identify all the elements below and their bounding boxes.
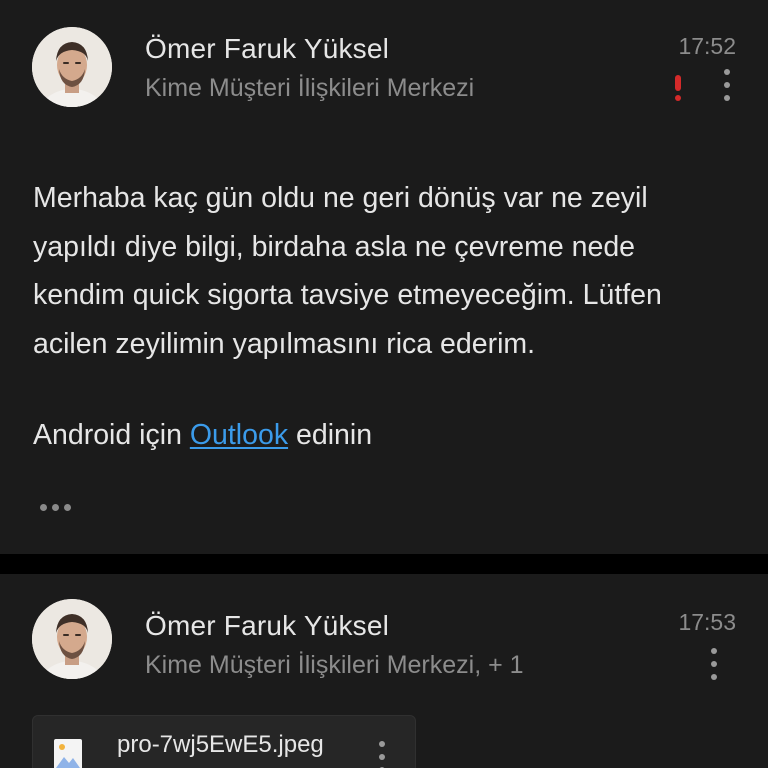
- message-time: 17:52: [678, 33, 736, 59]
- recipient-line: Kime Müşteri İlişkileri Merkezi: [145, 74, 475, 102]
- image-file-icon: [54, 739, 82, 768]
- outlook-link[interactable]: Outlook: [190, 419, 288, 451]
- avatar-photo: [32, 599, 112, 679]
- more-vert-icon[interactable]: [722, 69, 732, 103]
- message-body: Merhaba kaç gün oldu ne geri dönüş var n…: [33, 174, 733, 368]
- exclamation-icon: [671, 74, 685, 102]
- avatar-photo: [32, 27, 112, 107]
- recipient-line: Kime Müşteri İlişkileri Merkezi, + 1: [145, 651, 524, 679]
- message-time: 17:53: [678, 609, 736, 635]
- message-card-2[interactable]: Ömer Faruk Yüksel Kime Müşteri İlişkiler…: [0, 574, 768, 768]
- more-vert-icon[interactable]: [709, 648, 719, 682]
- email-thread-screen: Ömer Faruk Yüksel Kime Müşteri İlişkiler…: [0, 0, 768, 768]
- attachment-file-name: pro-7wj5EwE5.jpeg: [117, 731, 324, 758]
- body-paragraph: Merhaba kaç gün oldu ne geri dönüş var n…: [33, 182, 662, 360]
- signature-prefix: Android için: [33, 419, 182, 451]
- signature-line: Android için Outlook edinin: [33, 411, 372, 459]
- signature-suffix: edinin: [296, 419, 373, 451]
- sender-avatar[interactable]: [32, 27, 112, 107]
- sender-avatar[interactable]: [32, 599, 112, 679]
- message-card-1[interactable]: Ömer Faruk Yüksel Kime Müşteri İlişkiler…: [0, 0, 768, 554]
- sender-name: Ömer Faruk Yüksel: [145, 33, 390, 64]
- more-vert-icon[interactable]: [377, 741, 387, 768]
- more-horiz-icon[interactable]: [40, 504, 76, 512]
- attachment-card[interactable]: pro-7wj5EwE5.jpeg: [32, 715, 416, 768]
- sender-name: Ömer Faruk Yüksel: [145, 610, 390, 641]
